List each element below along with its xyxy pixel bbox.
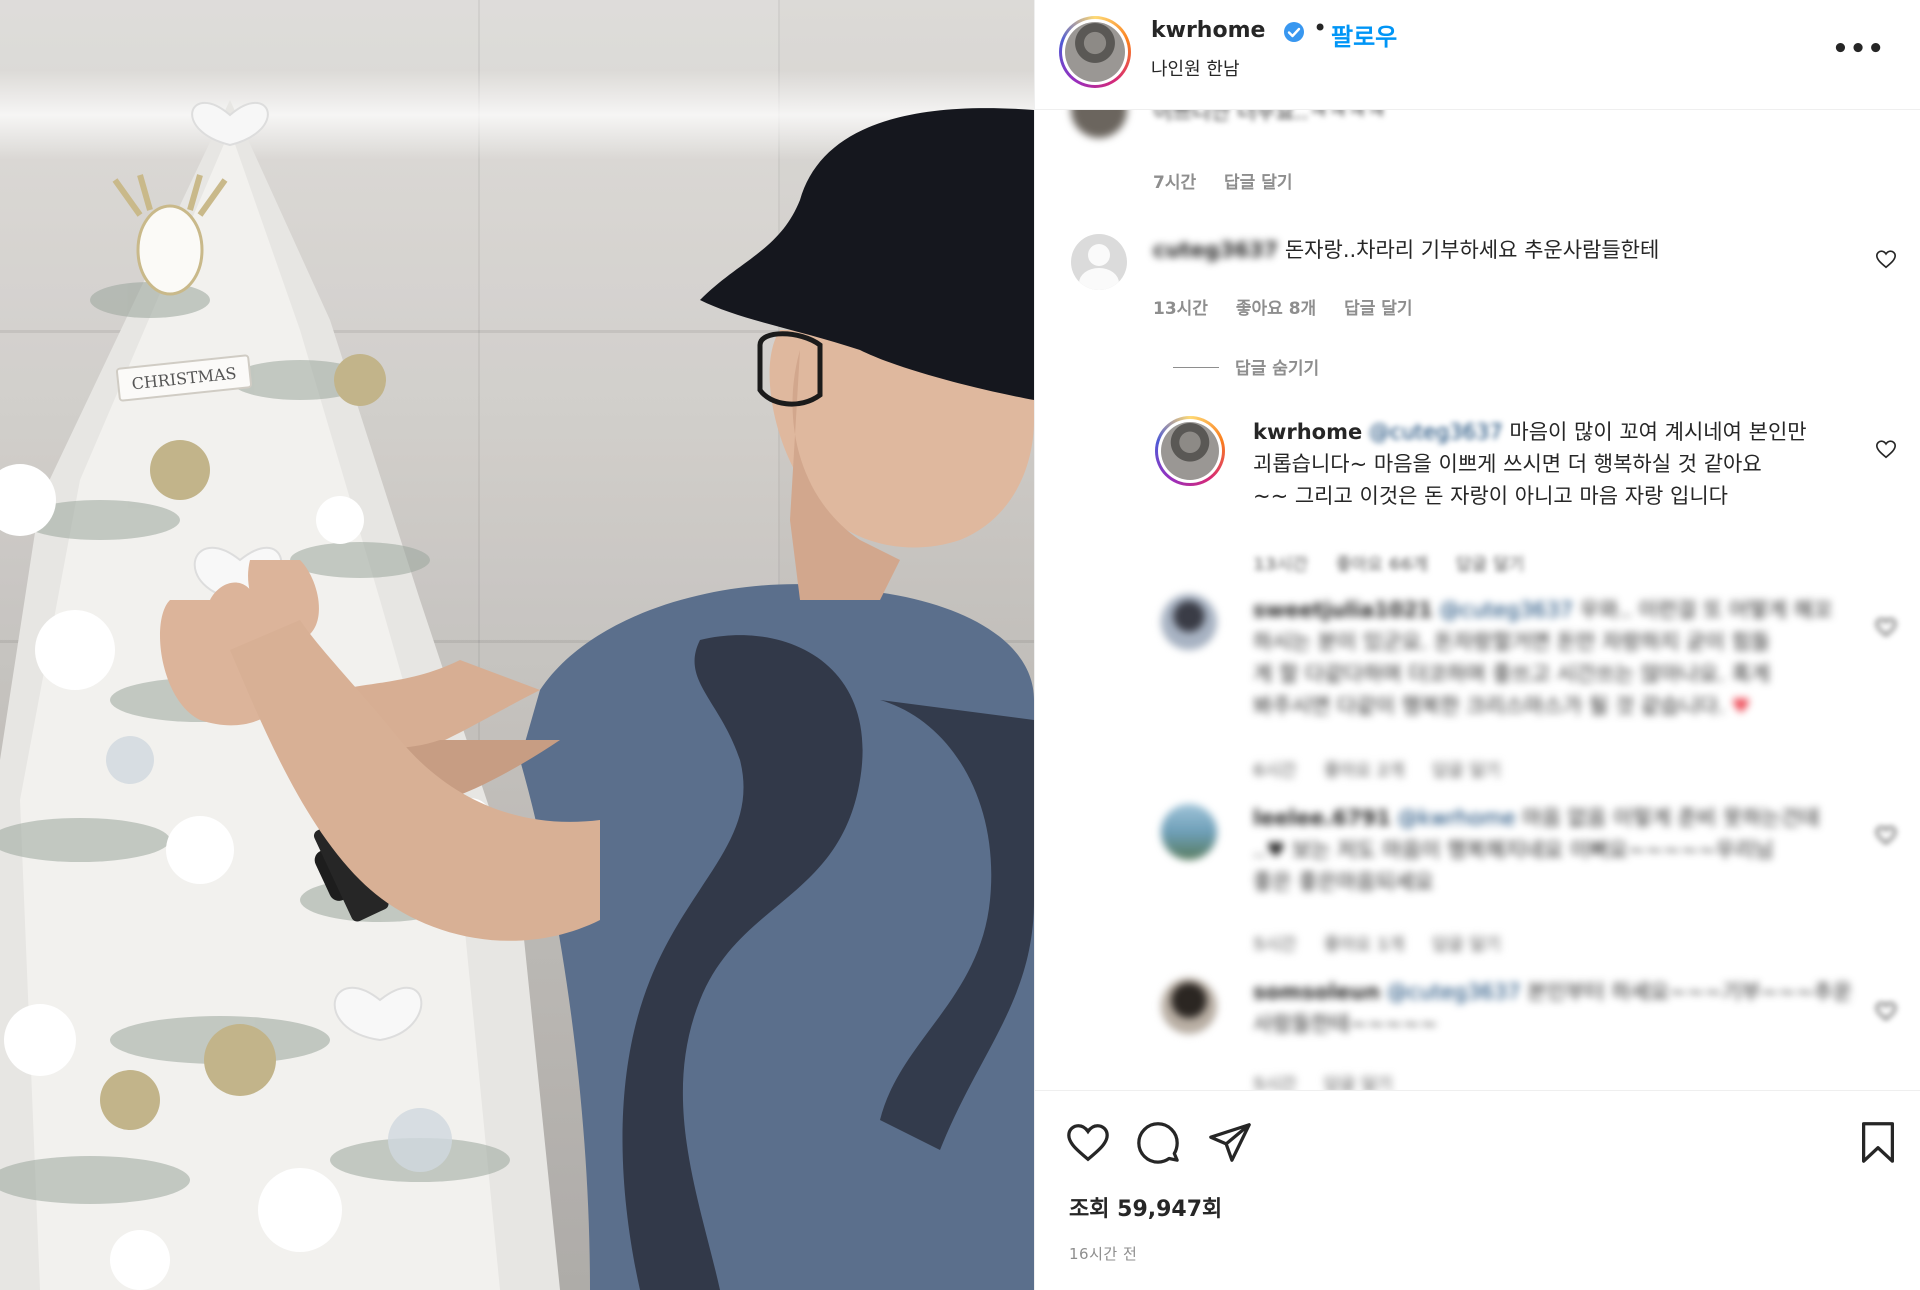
- commenter-avatar[interactable]: [1161, 978, 1217, 1034]
- comment-line: ..♥ 보는 저도 마음이 행복해지네요 이뻐요~~~~~우리님: [1253, 838, 1774, 862]
- reply-button[interactable]: 답글 달기: [1324, 1075, 1392, 1090]
- comment-meta: 5시간 답글 달기: [1253, 1070, 1415, 1090]
- comment-line: 본인부터 하세요~~~기부~~~추운: [1527, 980, 1853, 1004]
- comment-line: 좋은 좋은마음되세요: [1253, 870, 1434, 894]
- comment-line: 사람들한테~~~~~: [1253, 1012, 1438, 1036]
- comment-text: leelee.6791 @kwrhome 마음 없음 이렇게 준비 못하는건데 …: [1253, 802, 1873, 898]
- commenter-username[interactable]: kwrhome: [1253, 420, 1362, 444]
- reply-button[interactable]: 답글 달기: [1224, 173, 1292, 193]
- heart-icon[interactable]: [1875, 616, 1897, 638]
- comment-meta: 5시간 좋아요 1개 답글 달기: [1253, 930, 1523, 955]
- share-icon[interactable]: [1207, 1119, 1253, 1165]
- verified-icon: [1284, 22, 1304, 42]
- heart-icon[interactable]: [1875, 824, 1897, 846]
- comment-text: 이쁘니깐 너무요..ㅋㅋㅋㅋ: [1153, 110, 1386, 124]
- comment-line: 하시는 분이 있군요. 돈자랑할거면 돈만 자랑하지 굳이 힘들: [1253, 630, 1771, 654]
- comment-mention[interactable]: @cuteg3637: [1369, 420, 1503, 444]
- commenter-username[interactable]: cuteg3637: [1153, 238, 1278, 262]
- post-time[interactable]: 16시간 전: [1069, 1243, 1137, 1264]
- comment-time: 13시간: [1253, 555, 1308, 575]
- comment-mention[interactable]: @cuteg3637: [1387, 980, 1521, 1004]
- comment-likes[interactable]: 좋아요 66개: [1336, 555, 1428, 575]
- hide-replies-line: [1173, 367, 1219, 368]
- header-separator: •: [1313, 14, 1328, 42]
- commenter-avatar[interactable]: [1161, 594, 1217, 650]
- author-avatar[interactable]: [1059, 16, 1131, 88]
- comments-list[interactable]: 이쁘니깐 너무요..ㅋㅋㅋㅋ 7시간 답글 달기 cuteg3637 돈자랑..…: [1035, 110, 1920, 1090]
- comment-meta: 6시간 좋아요 2개 답글 달기: [1253, 756, 1523, 781]
- comment-meta: 13시간 좋아요 66개 답글 달기: [1253, 550, 1546, 575]
- comment-mention[interactable]: @kwrhome: [1397, 806, 1515, 830]
- comment-likes[interactable]: 좋아요 8개: [1236, 299, 1316, 319]
- author-username[interactable]: kwrhome: [1151, 18, 1265, 43]
- commenter-avatar[interactable]: [1155, 416, 1225, 486]
- reply-button[interactable]: 답글 달기: [1432, 761, 1500, 781]
- commenter-avatar[interactable]: [1161, 804, 1217, 860]
- comment-line: 게 할 다같다하며 더코하며 좋쓰고 시간쓰는 않아나요. 혹게: [1253, 662, 1771, 686]
- comment-line: 봐주시면 다같이 행복한 크리스마스가 될 것 같습니다.: [1253, 694, 1725, 718]
- heart-icon[interactable]: [1875, 1000, 1897, 1022]
- comment-mention[interactable]: @cuteg3637: [1439, 598, 1573, 622]
- comment-time: 5시간: [1253, 935, 1297, 955]
- comment-time: 13시간: [1153, 299, 1208, 319]
- comment-line: 우와.. 이런걸 또 어떻게 해꼬: [1579, 598, 1833, 622]
- commenter-username[interactable]: leelee.6791: [1253, 806, 1391, 830]
- reply-button[interactable]: 답글 달기: [1344, 299, 1412, 319]
- comment-text: cuteg3637 돈자랑..차라리 기부하세요 추운사람들한테: [1153, 234, 1833, 266]
- comment-text: kwrhome @cuteg3637 마음이 많이 꼬여 계시네여 본인만 괴롭…: [1253, 416, 1893, 512]
- comment-text: somsoleun @cuteg3637 본인부터 하세요~~~기부~~~추운 …: [1253, 976, 1873, 1040]
- post-actions: 조회 59,947회 16시간 전: [1035, 1090, 1920, 1290]
- default-avatar-icon[interactable]: [1071, 234, 1127, 290]
- reply-button[interactable]: 답글 달기: [1456, 555, 1524, 575]
- post-panel: kwrhome • 팔로우 나인원 한남 ••• 이쁘니깐 너무요..ㅋㅋㅋㅋ …: [1034, 0, 1920, 1290]
- comment-icon[interactable]: [1135, 1119, 1181, 1165]
- commenter-username[interactable]: somsoleun: [1253, 980, 1380, 1004]
- comment-text: sweetjulia1021 @cuteg3637 우와.. 이런걸 또 어떻게…: [1253, 594, 1873, 722]
- comment-line: 마음 없음 이렇게 준비 못하는건데: [1522, 806, 1820, 830]
- comment-line: 괴롭습니다~ 마음을 이쁘게 쓰시면 더 행복하실 것 같아요: [1253, 452, 1762, 476]
- comment-time: 6시간: [1253, 761, 1297, 781]
- heart-icon[interactable]: [1875, 438, 1897, 460]
- comment-time: 5시간: [1253, 1075, 1297, 1090]
- comment-likes[interactable]: 좋아요 2개: [1324, 761, 1404, 781]
- post-header: kwrhome • 팔로우 나인원 한남 •••: [1035, 0, 1920, 110]
- comment-line: ~~ 그리고 이것은 돈 자랑이 아니고 마음 자랑 입니다: [1253, 484, 1728, 508]
- commenter-avatar[interactable]: [1071, 110, 1127, 138]
- hide-replies-button[interactable]: 답글 숨기기: [1235, 354, 1319, 379]
- more-icon[interactable]: •••: [1832, 34, 1885, 64]
- follow-button[interactable]: 팔로우: [1331, 17, 1397, 52]
- bookmark-icon[interactable]: [1855, 1119, 1901, 1165]
- comment-time: 7시간: [1153, 173, 1197, 193]
- commenter-username[interactable]: sweetjulia1021: [1253, 598, 1433, 622]
- reply-button[interactable]: 답글 달기: [1432, 935, 1500, 955]
- comment-line: 마음이 많이 꼬여 계시네여 본인만: [1509, 420, 1807, 444]
- heart-icon[interactable]: [1875, 248, 1897, 270]
- view-count[interactable]: 조회 59,947회: [1069, 1191, 1222, 1223]
- heart-icon[interactable]: [1065, 1119, 1111, 1165]
- heart-emoji: ♥: [1731, 694, 1751, 718]
- comment-meta: 13시간 좋아요 8개 답글 달기: [1153, 294, 1435, 319]
- photo-scene: CHRISTMAS: [0, 100, 1034, 1290]
- comment-body: 돈자랑..차라리 기부하세요 추운사람들한테: [1284, 238, 1660, 262]
- comment-meta: 7시간 답글 달기: [1153, 168, 1315, 193]
- comment-likes[interactable]: 좋아요 1개: [1324, 935, 1404, 955]
- post-photo[interactable]: CHRISTMAS: [0, 0, 1034, 1290]
- post-location[interactable]: 나인원 한남: [1151, 55, 1240, 81]
